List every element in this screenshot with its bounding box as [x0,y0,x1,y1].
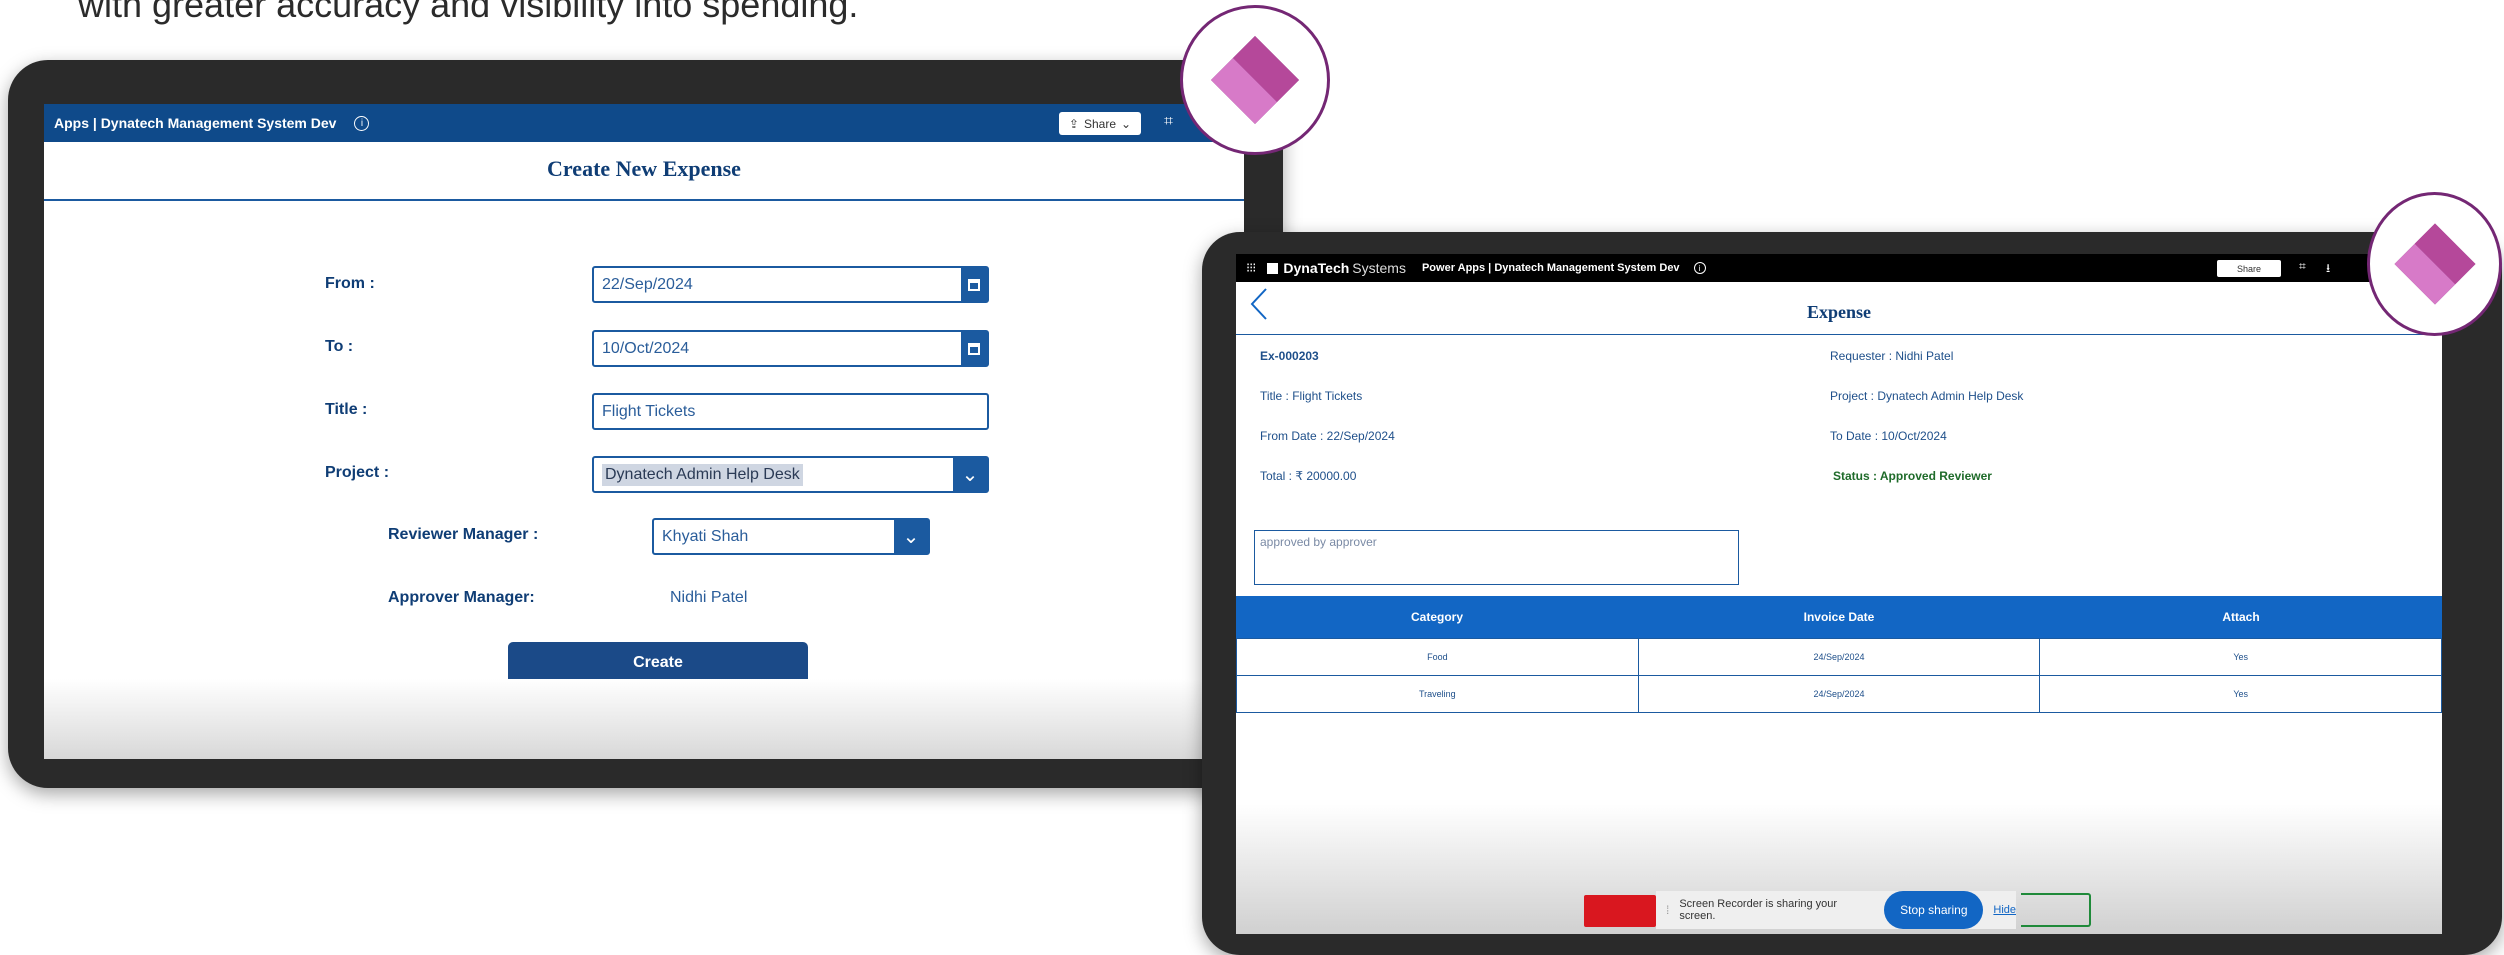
download-icon[interactable]: ⭳ [2326,259,2330,280]
comment-text: approved by approver [1260,535,1377,549]
drag-handle-icon[interactable]: ⁞ [1666,903,1669,917]
cell-invoice-date: 24/Sep/2024 [1639,639,2041,675]
from-date-text: From Date : 22/Sep/2024 [1260,429,1395,443]
reviewer-manager-dropdown[interactable]: Khyati Shah ⌄ [652,518,930,555]
stop-sharing-button[interactable]: Stop sharing [1884,891,1984,929]
fit-to-screen-icon[interactable]: ⌗ [1164,113,1173,131]
approver-manager-value: Nidhi Patel [670,589,748,606]
share-icon: ⇪ [1068,116,1079,131]
project-dropdown[interactable]: Dynatech Admin Help Desk ⌄ [592,456,989,493]
info-icon[interactable]: i [1693,262,1706,274]
chevron-down-icon[interactable]: ⌄ [953,458,987,491]
to-date-field[interactable]: 10/Oct/2024 [592,330,989,367]
power-apps-logo [1180,5,1330,155]
stop-sharing-label: Stop sharing [1900,903,1968,917]
expense-id: Ex-000203 [1260,349,1319,363]
requester-text: Requester : Nidhi Patel [1830,349,1954,363]
app-header-bar: ⁝⁝⁝ DynaTech Systems Power Apps | Dynate… [1236,254,2442,282]
comment-box[interactable]: approved by approver [1254,530,1739,585]
recorder-indicator [1584,895,1656,927]
caption-text: with greater accuracy and visibility int… [78,0,859,25]
title-value: Flight Tickets [602,402,696,420]
title-divider [44,199,1244,201]
screen-share-message: Screen Recorder is sharing your screen. [1679,898,1838,922]
create-expense-screen: Apps | Dynatech Management System Dev i … [44,104,1244,759]
company-logo-icon [1267,262,1279,274]
expense-detail-screen: ⁝⁝⁝ DynaTech Systems Power Apps | Dynate… [1236,254,2442,934]
chevron-down-icon: ⌄ [1121,116,1132,131]
reviewer-manager-label: Reviewer Manager : [388,526,539,543]
calendar-icon[interactable] [961,268,987,301]
create-button[interactable]: Create [508,642,808,684]
header-invoice-date: Invoice Date [1803,610,1875,624]
share-label: Share [1083,116,1117,131]
hide-link[interactable]: Hide [1993,904,2016,916]
brand-name: DynaTech [1283,260,1350,276]
power-apps-logo-icon [2394,223,2475,305]
cell-invoice-date: 24/Sep/2024 [1639,676,2041,712]
screen-share-bar: ⁞ Screen Recorder is sharing your screen… [1656,891,2016,929]
cell-category: Food [1237,639,1639,675]
status-text: Status : Approved Reviewer [1833,469,1992,483]
header-category: Category [1410,610,1463,624]
title-text: Title : Flight Tickets [1260,389,1363,403]
waffle-icon[interactable]: ⁝⁝⁝ [1246,260,1256,276]
from-date-value: 22/Sep/2024 [602,275,693,293]
table-row[interactable]: Traveling 24/Sep/2024 Yes [1236,675,2442,713]
tablet-create-expense: Apps | Dynatech Management System Dev i … [8,60,1283,788]
from-date-field[interactable]: 22/Sep/2024 [592,266,989,303]
app-title: Power Apps | Dynatech Management System … [1421,262,1680,274]
screen-fade [44,679,1244,759]
title-input[interactable]: Flight Tickets [592,393,989,430]
create-label: Create [633,654,683,671]
to-date-text: To Date : 10/Oct/2024 [1830,429,1947,443]
project-label: Project : [325,464,390,481]
share-button[interactable]: ⇪ Share ⌄ [1059,112,1141,135]
title-divider [1236,334,2442,335]
power-apps-logo [2367,192,2502,336]
chevron-down-icon[interactable]: ⌄ [894,520,928,553]
info-icon[interactable]: i [354,115,370,131]
to-label: To : [325,338,354,355]
tablet-expense-detail: ⁝⁝⁝ DynaTech Systems Power Apps | Dynate… [1202,232,2502,955]
reviewer-manager-value: Khyati Shah [662,527,749,545]
header-attach: Attach [2222,610,2260,624]
app-header-bar: Apps | Dynatech Management System Dev i … [44,104,1244,142]
cell-category: Traveling [1237,676,1639,712]
approver-manager-label: Approver Manager: [388,589,535,606]
from-label: From : [325,275,375,292]
title-label: Title : [325,401,368,418]
page-title: Expense [1806,302,1871,322]
fit-to-screen-icon[interactable]: ⌗ [2299,259,2306,274]
highlight-frame [2021,893,2091,927]
cell-attach: Yes [2233,652,2249,662]
table-row[interactable]: Food 24/Sep/2024 Yes [1236,638,2442,676]
total-text: Total : ₹ 20000.00 [1260,469,1357,483]
app-title: Apps | Dynatech Management System Dev [54,115,337,131]
cell-attach: Yes [2233,689,2249,699]
calendar-icon[interactable] [961,332,987,365]
table-header: Category Invoice Date Attach [1236,596,2442,638]
share-button[interactable]: Share [2217,260,2281,277]
project-text: Project : Dynatech Admin Help Desk [1830,389,2024,403]
to-date-value: 10/Oct/2024 [602,339,690,357]
share-label: Share [2236,263,2262,274]
page-title: Create New Expense [547,156,741,181]
power-apps-logo-icon [1211,36,1299,124]
brand-sub: Systems [1352,260,1406,276]
project-value: Dynatech Admin Help Desk [602,463,803,486]
